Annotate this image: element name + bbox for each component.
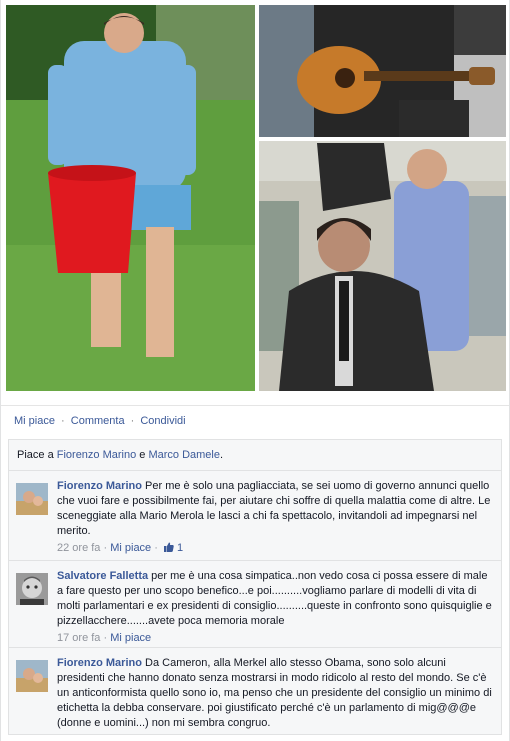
comment-like-link[interactable]: Mi piace bbox=[110, 632, 151, 644]
avatar[interactable] bbox=[16, 573, 48, 605]
photo-ice-bucket-office[interactable] bbox=[259, 141, 506, 391]
comment-author[interactable]: Fiorenzo Marino bbox=[57, 480, 142, 492]
comment-meta: 17 ore fa · Mi piace bbox=[57, 632, 152, 644]
share-link[interactable]: Condividi bbox=[140, 415, 185, 427]
comment-like-count[interactable]: 1 bbox=[177, 542, 183, 554]
comment-time[interactable]: 17 ore fa bbox=[57, 632, 100, 644]
facebook-post: Mi piace · Commenta · Condividi Piace a … bbox=[0, 0, 510, 741]
photo-collage bbox=[6, 5, 506, 391]
post-actions: Mi piace · Commenta · Condividi bbox=[1, 405, 509, 439]
like-link[interactable]: Mi piace bbox=[14, 415, 55, 427]
separator: · bbox=[130, 415, 135, 427]
comments-panel: Piace a Fiorenzo Marino e Marco Damele. … bbox=[8, 439, 502, 735]
comment-link[interactable]: Commenta bbox=[71, 415, 125, 427]
comment-meta: 22 ore fa · Mi piace · 1 bbox=[57, 542, 184, 554]
likes-suffix: . bbox=[220, 449, 224, 461]
liker-link-1[interactable]: Fiorenzo Marino bbox=[57, 449, 136, 461]
likes-prefix: Piace a bbox=[17, 449, 57, 461]
thumbs-up-icon bbox=[163, 542, 174, 552]
comment: Salvatore Falletta per me è una cosa sim… bbox=[9, 561, 501, 648]
comment-author[interactable]: Salvatore Falletta bbox=[57, 570, 148, 582]
likes-conjunction: e bbox=[136, 449, 149, 461]
comment-author[interactable]: Fiorenzo Marino bbox=[57, 657, 142, 669]
liker-link-2[interactable]: Marco Damele bbox=[148, 449, 220, 461]
comment: Fiorenzo Marino Per me è solo una paglia… bbox=[9, 471, 501, 561]
separator: · bbox=[61, 415, 65, 427]
avatar[interactable] bbox=[16, 660, 48, 692]
comment-time[interactable]: 22 ore fa bbox=[57, 542, 100, 554]
photo-guitar-player[interactable] bbox=[259, 5, 506, 137]
comment-like-link[interactable]: Mi piace bbox=[110, 542, 151, 554]
photo-ice-bucket-garden[interactable] bbox=[6, 5, 255, 391]
comment: Fiorenzo Marino Da Cameron, alla Merkel … bbox=[9, 648, 501, 734]
avatar[interactable] bbox=[16, 483, 48, 515]
likes-summary: Piace a Fiorenzo Marino e Marco Damele. bbox=[9, 440, 501, 471]
